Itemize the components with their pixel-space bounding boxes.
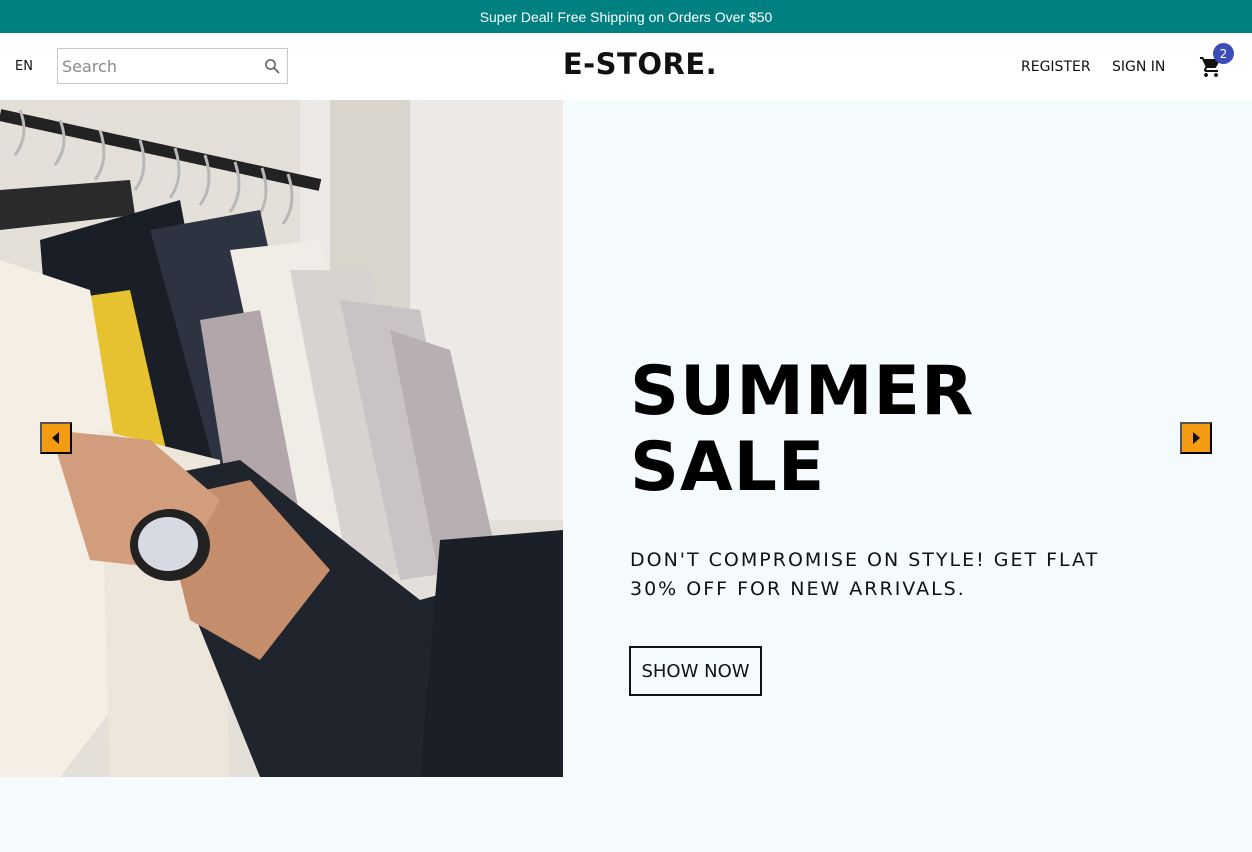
- hero-description-line1: DON'T COMPROMISE ON STYLE! GET FLAT: [630, 549, 1100, 571]
- announcement-bar: Super Deal! Free Shipping on Orders Over…: [0, 0, 1252, 33]
- hero-description-line2: 30% OFF FOR NEW ARRIVALS.: [630, 578, 966, 600]
- navbar: EN E-STORE. REGISTER SIGN IN 2: [0, 33, 1252, 100]
- sign-in-link[interactable]: SIGN IN: [1112, 59, 1165, 75]
- announcement-text: Super Deal! Free Shipping on Orders Over…: [479, 8, 773, 25]
- arrow-right-icon: [1193, 432, 1200, 444]
- cart-count-badge: 2: [1213, 43, 1234, 64]
- hero-title: SUMMER SALE: [630, 354, 974, 506]
- hero-title-line2: SALE: [630, 428, 826, 507]
- hero-title-line1: SUMMER: [630, 352, 975, 431]
- register-link[interactable]: REGISTER: [1021, 59, 1091, 75]
- hero-description: DON'T COMPROMISE ON STYLE! GET FLAT 30% …: [630, 546, 1130, 604]
- hero-image: [0, 100, 563, 777]
- slider-prev-button[interactable]: [40, 422, 72, 454]
- cart-button[interactable]: 2: [1198, 43, 1234, 79]
- show-now-button[interactable]: SHOW NOW: [629, 646, 762, 696]
- hero-slider: SUMMER SALE DON'T COMPROMISE ON STYLE! G…: [0, 100, 1252, 852]
- arrow-left-icon: [52, 432, 59, 444]
- slider-next-button[interactable]: [1180, 422, 1212, 454]
